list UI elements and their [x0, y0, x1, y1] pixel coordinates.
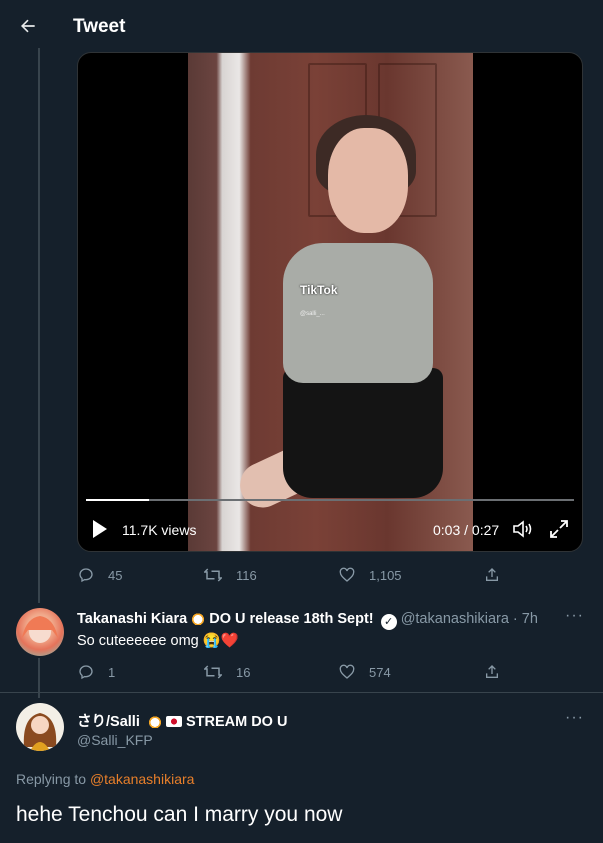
- author-name-suffix: STREAM DO U: [185, 714, 288, 730]
- reply-header: Takanashi Kiara DO U release 18th Sept! …: [77, 611, 538, 630]
- share-icon: [486, 665, 498, 678]
- divider: [0, 692, 603, 693]
- share-icon: [486, 568, 498, 581]
- japan-flag-icon: [165, 716, 182, 727]
- reply-count: 1: [108, 664, 116, 680]
- reply-button[interactable]: 45: [78, 567, 122, 583]
- like-count: 1,105: [369, 567, 402, 583]
- play-button[interactable]: [92, 519, 110, 539]
- like-button-2[interactable]: 574: [339, 664, 391, 680]
- chicken-emoji-icon: [147, 714, 162, 728]
- reply-text-body: So cuteeeeee omg: [77, 633, 199, 649]
- like-count: 574: [369, 664, 391, 680]
- back-button[interactable]: [14, 12, 42, 40]
- avatar-image: [23, 713, 57, 751]
- arrow-left-icon: [21, 19, 35, 33]
- video-frame: TikTok @salli_...: [188, 53, 473, 551]
- author-handle-time[interactable]: @takanashikiara · 7h: [401, 611, 538, 627]
- heart-icon: [339, 664, 355, 679]
- replying-to-link[interactable]: @takanashikiara: [90, 771, 195, 787]
- more-options-button[interactable]: ···: [565, 607, 584, 625]
- reply-emoji: 😭❤️: [202, 633, 239, 649]
- avatar-kiara[interactable]: [16, 608, 64, 656]
- reply-count: 45: [108, 567, 123, 583]
- reply-text: So cuteeeeee omg 😭❤️: [77, 632, 239, 649]
- retweet-icon: [204, 568, 222, 582]
- view-count: 11.7K views: [122, 522, 197, 538]
- share-button[interactable]: [484, 567, 514, 583]
- focused-tweet-text: hehe Tenchou can I marry you now: [16, 803, 343, 826]
- thread-line-top: [38, 48, 40, 603]
- speaker-icon: [513, 520, 532, 538]
- author-handle[interactable]: @Salli_KFP: [77, 732, 153, 748]
- reply-button-2[interactable]: 1: [78, 664, 115, 680]
- page-title: Tweet: [73, 16, 126, 37]
- chicken-emoji-icon: [191, 611, 206, 625]
- author-name[interactable]: Takanashi Kiara: [77, 611, 187, 627]
- reply-icon: [79, 568, 93, 583]
- author-name[interactable]: さり/Salli: [77, 714, 140, 730]
- retweet-count: 16: [236, 664, 251, 680]
- focused-author: さり/Salli STREAM DO U: [77, 710, 287, 731]
- more-options-button-2[interactable]: ···: [565, 709, 584, 727]
- tiktok-watermark: TikTok: [300, 283, 338, 297]
- video-time: 0:03 / 0:27: [433, 522, 500, 538]
- heart-icon: [339, 567, 355, 582]
- video-progress-fill: [86, 499, 150, 501]
- avatar-image: [22, 616, 58, 643]
- retweet-count: 116: [236, 567, 257, 583]
- verified-badge-icon: ✓: [380, 614, 397, 630]
- replying-to: Replying to @takanashikiara: [16, 771, 194, 787]
- play-icon: [93, 520, 107, 538]
- share-button-2[interactable]: [484, 664, 514, 680]
- author-name-suffix: DO U release 18th Sept!: [209, 611, 374, 627]
- avatar-salli[interactable]: [16, 703, 64, 751]
- top-bar: Tweet: [0, 0, 603, 55]
- video-progress-bar[interactable]: [86, 499, 574, 501]
- reply-icon: [79, 665, 93, 680]
- retweet-button[interactable]: 116: [204, 567, 257, 583]
- volume-button[interactable]: [512, 519, 534, 544]
- fullscreen-button[interactable]: [549, 519, 569, 544]
- tiktok-handle: @salli_...: [300, 311, 325, 317]
- retweet-button-2[interactable]: 16: [204, 664, 250, 680]
- retweet-icon: [204, 665, 222, 679]
- replying-to-label: Replying to: [16, 771, 87, 787]
- fullscreen-icon: [550, 520, 568, 538]
- video-player[interactable]: TikTok @salli_... 11.7K views 0:03 / 0:2…: [77, 52, 583, 552]
- like-button[interactable]: 1,105: [339, 567, 402, 583]
